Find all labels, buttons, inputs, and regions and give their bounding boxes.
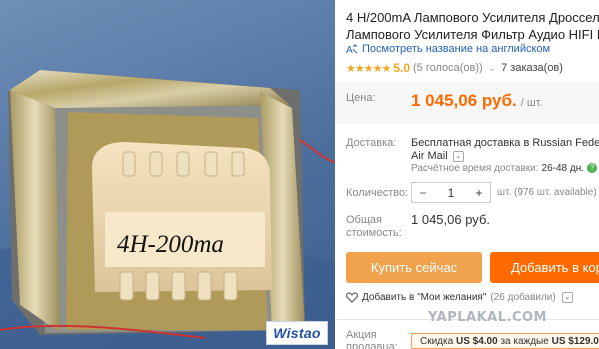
product-title-line1: 4 H/200mA Лампового Усилителя Дроссель a…	[346, 10, 599, 25]
promo-mid: за каждые	[500, 336, 549, 347]
add-to-cart-button[interactable]: Добавить в корзину	[490, 252, 599, 283]
quantity-increment-button[interactable]: +	[468, 186, 490, 200]
shipping-dropdown-icon[interactable]: ⌄	[452, 150, 464, 162]
quantity-input[interactable]: 1	[434, 186, 468, 200]
watermark: YAPLAKAL.COM	[428, 310, 547, 325]
buy-now-button[interactable]: Купить сейчас	[346, 252, 482, 283]
product-info-panel: 4 H/200mA Лампового Усилителя Дроссель a…	[335, 0, 599, 349]
shipping-info[interactable]: Бесплатная доставка в Russian Federation…	[411, 137, 599, 163]
shipping-method: Air Mail	[411, 150, 448, 162]
delivery-time: Расчётное время доставки: 26-48 дн.?	[411, 163, 598, 174]
rating-stars: ★★★★★	[346, 62, 391, 75]
translate-link[interactable]: A Посмотреть название на английском	[346, 43, 550, 55]
quantity-available: шт. (976 шт. available)	[497, 187, 597, 198]
price-unit: / шт.	[520, 97, 543, 109]
seller-promo-badge[interactable]: Скидка US $4.00 за каждые US $129.00	[411, 333, 599, 349]
seller-promo-label-line2: продавца:	[346, 341, 398, 349]
total-label-line2: стоимость:	[346, 227, 402, 239]
orders-count: 7 заказа(ов)	[501, 62, 563, 74]
delivery-time-value: 26-48 дн.	[541, 163, 585, 174]
delivery-time-label: Расчётное время доставки:	[411, 163, 539, 174]
shipping-line1: Бесплатная доставка в Russian Federation	[411, 137, 599, 149]
rating-votes-link[interactable]: (5 голоса(ов))	[413, 62, 483, 74]
quantity-label: Количество:	[346, 187, 409, 199]
svg-text:A: A	[346, 45, 353, 55]
translate-link-label: Посмотреть название на английском	[362, 43, 551, 55]
total-label-line1: Общая	[346, 214, 382, 226]
quantity-decrement-button[interactable]: −	[412, 186, 434, 200]
shipping-label: Доставка:	[346, 137, 397, 149]
help-icon[interactable]: ?	[587, 163, 598, 174]
seller-logo: Wistao	[266, 321, 328, 345]
heart-icon	[346, 292, 358, 303]
coil-label: 4H-200ma	[117, 231, 224, 258]
transformer-image: 4H-200ma	[0, 70, 335, 349]
price-label: Цена:	[346, 92, 376, 104]
quantity-stepper[interactable]: − 1 +	[411, 182, 491, 203]
promo-amount1: US $4.00	[455, 336, 498, 347]
seller-promo-label: Акция продавца:	[346, 329, 398, 349]
translate-icon: A	[346, 44, 358, 55]
wishlist-count: (26 добавили)	[490, 292, 556, 303]
wishlist-label: Добавить в "Мои желания"	[362, 292, 487, 303]
total-label: Общая стоимость:	[346, 214, 402, 240]
price-amount: 1 045,06 руб.	[411, 91, 517, 110]
total-value: 1 045,06 руб.	[411, 212, 491, 227]
price-value: 1 045,06 руб. / шт.	[411, 91, 543, 111]
wishlist-row[interactable]: Добавить в "Мои желания" (26 добавили) ⌄	[346, 292, 573, 303]
promo-amount2: US $129.00	[551, 336, 599, 347]
rating-row: ★★★★★ 5.0 (5 голоса(ов)) ⌄ 7 заказа(ов)	[346, 61, 563, 75]
product-title: 4 H/200mA Лампового Усилителя Дроссель a…	[346, 9, 599, 43]
seller-promo-label-line1: Акция	[346, 329, 377, 341]
product-title-line2: Лампового Усилителя Фильтр Аудио HIFI DI…	[346, 27, 599, 42]
promo-prefix: Скидка	[420, 336, 454, 347]
rating-score: 5.0	[393, 61, 410, 75]
chevron-down-icon[interactable]: ⌄	[561, 292, 573, 303]
chevron-down-icon[interactable]: ⌄	[488, 63, 496, 74]
product-photo[interactable]: 4H-200ma Wistao	[0, 0, 335, 349]
